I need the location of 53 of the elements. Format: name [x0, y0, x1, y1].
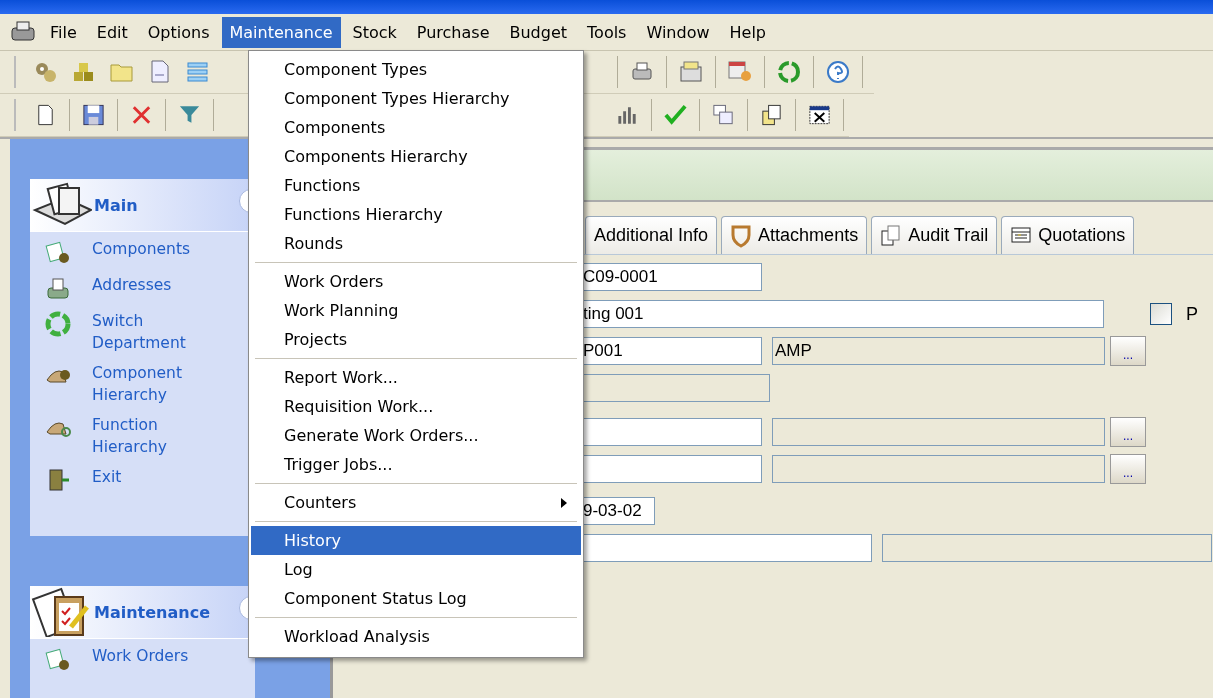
panel-title: Main [94, 195, 138, 215]
checkbox[interactable] [1150, 303, 1172, 325]
menu-item[interactable]: Log [251, 555, 581, 584]
browse-button[interactable]: ... [1110, 417, 1146, 447]
checkmark-icon[interactable] [663, 102, 689, 128]
menu-item[interactable]: Edit [88, 16, 136, 48]
menu-item[interactable]: Purchase [408, 16, 498, 48]
tab[interactable]: Attachments [721, 216, 868, 254]
checkbox-label: P [1186, 303, 1198, 325]
input-field[interactable] [772, 418, 1105, 446]
menu-item[interactable]: Components Hierarchy [251, 142, 581, 171]
menu-item[interactable]: Component Types [251, 55, 581, 84]
tab[interactable]: Audit Trail [871, 216, 998, 254]
shield-icon [730, 223, 753, 248]
item-icon [44, 310, 72, 338]
sidebar-link[interactable]: Components [92, 238, 217, 260]
menu-item[interactable]: Budget [501, 16, 576, 48]
menu-item[interactable]: File [42, 16, 85, 48]
browse-button[interactable]: ... [1110, 336, 1146, 366]
input-field[interactable]: AMP [772, 337, 1105, 365]
sidebar-link[interactable]: Exit [92, 466, 217, 488]
menu-item[interactable]: Rounds [251, 229, 581, 258]
menu-item[interactable]: Tools [579, 16, 635, 48]
menu-item[interactable]: Requisition Work... [251, 392, 581, 421]
menu-item[interactable]: Report Work... [251, 363, 581, 392]
menu-item[interactable]: Window [638, 16, 718, 48]
menu-item[interactable]: Trigger Jobs... [251, 450, 581, 479]
menu-item[interactable]: Options [139, 16, 218, 48]
sidebar-link[interactable]: Addresses [92, 274, 217, 296]
menu-item[interactable]: Help [721, 16, 775, 48]
drawer-icon[interactable] [678, 59, 704, 85]
tab[interactable]: Quotations [1001, 216, 1135, 254]
help-icon[interactable] [825, 59, 851, 85]
documents-icon [880, 223, 903, 248]
tab[interactable]: Additional Info [585, 216, 718, 254]
input-field[interactable] [772, 455, 1105, 483]
browse-button[interactable]: ... [1110, 454, 1146, 484]
sidebar-link[interactable]: Switch Department [92, 310, 217, 354]
recycle-icon[interactable] [776, 59, 802, 85]
sidebar-link[interactable]: Component Hierarchy [92, 362, 217, 406]
menu-item[interactable]: Component Types Hierarchy [251, 84, 581, 113]
list-icon[interactable] [185, 59, 211, 85]
menu-item[interactable]: Generate Work Orders... [251, 421, 581, 450]
panel-title: Maintenance [94, 602, 210, 622]
submenu-arrow-icon [561, 497, 567, 508]
save-icon[interactable] [80, 102, 106, 128]
menu-item[interactable]: Components [251, 113, 581, 142]
menu-item[interactable]: History [251, 526, 581, 555]
sidebar-link[interactable]: Work Orders [92, 645, 217, 667]
sidebar-link[interactable]: Function Hierarchy [92, 414, 217, 458]
menu-item[interactable]: Maintenance [221, 16, 341, 48]
input-field[interactable] [882, 534, 1212, 562]
menu-item[interactable]: Stock [344, 16, 405, 48]
